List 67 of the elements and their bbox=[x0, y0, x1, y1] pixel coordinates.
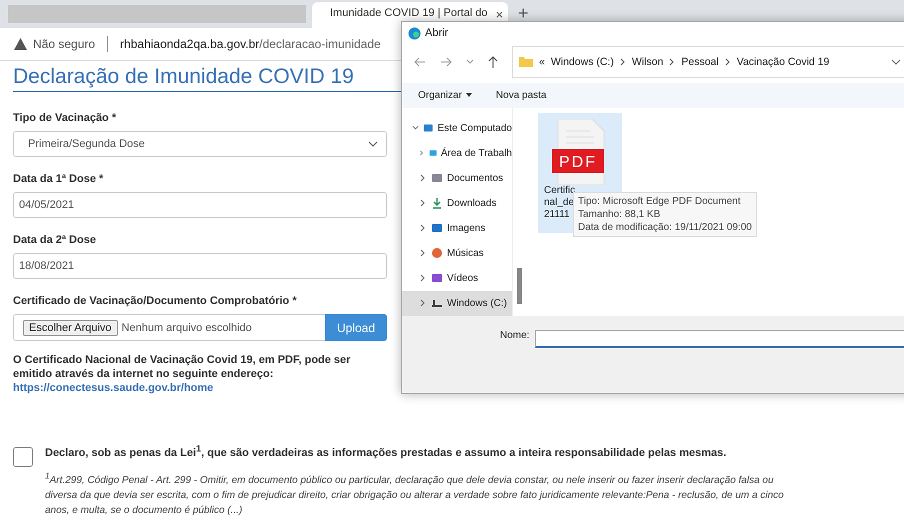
chevron-right-icon bbox=[669, 58, 676, 66]
folder-tree-item[interactable]: Músicas bbox=[402, 240, 512, 266]
file-name-field[interactable] bbox=[535, 330, 904, 348]
link[interactable]: https://conectesus.saude.gov.br/home bbox=[13, 381, 387, 395]
download-icon bbox=[431, 197, 443, 210]
up-icon[interactable] bbox=[488, 56, 498, 68]
url-text[interactable]: rhbahiaonda2qa.ba.gov.br/declaracao-imunidade bbox=[120, 37, 381, 51]
info-text: O Certificado Nacional de Vacinação Covid 19, em PDF, pode ser emitido através da internet no seguinte endereço: bbox=[13, 354, 350, 380]
field-label: Certificado de Vacinação/Documento Comprobatório * bbox=[13, 295, 298, 307]
chevron-down-icon bbox=[368, 141, 378, 147]
path-segment[interactable]: Pessoal bbox=[681, 56, 719, 68]
chevron-right-icon[interactable] bbox=[419, 249, 427, 258]
folder-tree-item[interactable]: Imagens bbox=[402, 216, 512, 241]
checkbox[interactable] bbox=[13, 447, 33, 467]
date-field[interactable]: 18/08/2021 bbox=[13, 253, 387, 279]
upload-button[interactable]: Upload bbox=[324, 314, 387, 341]
forward-icon[interactable] bbox=[440, 56, 452, 67]
security-label: Não seguro bbox=[33, 37, 96, 51]
video-icon bbox=[431, 272, 443, 284]
folder-tree-item[interactable]: Vídeos bbox=[402, 266, 512, 291]
toolbar-button[interactable]: Organizar bbox=[418, 90, 472, 101]
path-segment[interactable]: Windows (C:) bbox=[550, 56, 614, 68]
computer-icon bbox=[423, 122, 434, 134]
scrollbar-thumb[interactable] bbox=[517, 268, 522, 304]
warning-icon bbox=[14, 38, 27, 50]
chevron-down-icon[interactable] bbox=[891, 58, 901, 65]
path-overflow[interactable]: « bbox=[539, 56, 545, 68]
name-label: Nome: bbox=[500, 330, 530, 341]
folder-tree-item[interactable]: Windows (C:) bbox=[402, 290, 512, 316]
file-type-label: PDF bbox=[559, 154, 597, 171]
new-tab-button[interactable]: + bbox=[518, 3, 529, 24]
declaration-text: Declaro, sob as penas da Lei$^{1}$, que são verdadeiras as informações prestadas e assumo a inteira responsabilidade pelas mesmas. bbox=[45, 443, 728, 459]
back-icon[interactable] bbox=[414, 56, 426, 67]
chevron-right-icon[interactable] bbox=[419, 299, 427, 308]
chevron-right-icon[interactable] bbox=[419, 224, 427, 232]
music-icon bbox=[431, 247, 443, 260]
chevron-right-icon bbox=[620, 58, 626, 66]
file-status: Nenhum arquivo escolhido bbox=[122, 322, 252, 334]
field-label: Data da 1ª Dose * bbox=[13, 173, 104, 185]
dialog-title: Abrir bbox=[425, 27, 448, 40]
folder-tree-item[interactable]: Downloads bbox=[402, 190, 512, 216]
tooltip: Tipo: Microsoft Edge PDF Document Tamanho: 88,1 KB Data de modificação: 19/11/2021 09:00 bbox=[573, 192, 757, 237]
chevron-right-icon[interactable] bbox=[419, 199, 427, 208]
path-segment[interactable]: Vacinação Covid 19 bbox=[736, 56, 830, 68]
toolbar-button[interactable]: Nova pasta bbox=[496, 90, 546, 101]
close-icon[interactable]: × bbox=[496, 7, 504, 22]
picture-icon bbox=[431, 222, 443, 234]
chevron-right-icon[interactable] bbox=[419, 174, 427, 182]
folder-tree-item[interactable]: Área de Trabalh bbox=[402, 140, 512, 166]
chevron-down-icon[interactable] bbox=[466, 58, 474, 65]
date-field[interactable]: 04/05/2021 bbox=[13, 192, 387, 218]
chevron-right-icon[interactable] bbox=[419, 274, 427, 282]
choose-file-button[interactable]: Escolher Arquivo bbox=[23, 320, 118, 336]
path-bar[interactable]: « Windows (C:) Wilson Pessoal Vacinação Covid 19 bbox=[512, 46, 904, 78]
select-field[interactable]: Primeira/Segunda Dose bbox=[13, 131, 387, 157]
folder-icon bbox=[519, 56, 533, 68]
browser-logo-icon bbox=[408, 26, 421, 40]
chevron-right-icon[interactable] bbox=[419, 149, 425, 158]
chevron-right-icon bbox=[724, 58, 731, 66]
document-icon bbox=[431, 172, 443, 184]
drive-icon bbox=[431, 297, 443, 310]
folder-tree-item[interactable]: Este Computado bbox=[402, 116, 512, 141]
field-label: Tipo de Vacinação * bbox=[13, 112, 118, 124]
footnote-text: $^{1}$Art.299, Código Penal - Art. 299 - Omitir, em documento público ou particular, declaração que dele devia constar, ou nele inserir ou fazer inserir declaração falsa ou diversa da que devia ser escrita, com o fim de prejudicar direito, criar obrigação ou alterar a verdade sobre fato juridicamente relevante:Pena - reclusão, de um a cinco anos, e multa, se o documento é público (...) bbox=[45, 470, 785, 518]
field-label: Data da 2ª Dose bbox=[13, 234, 97, 246]
path-segment[interactable]: Wilson bbox=[632, 56, 664, 68]
folder-tree-item[interactable]: Documentos bbox=[402, 166, 512, 191]
